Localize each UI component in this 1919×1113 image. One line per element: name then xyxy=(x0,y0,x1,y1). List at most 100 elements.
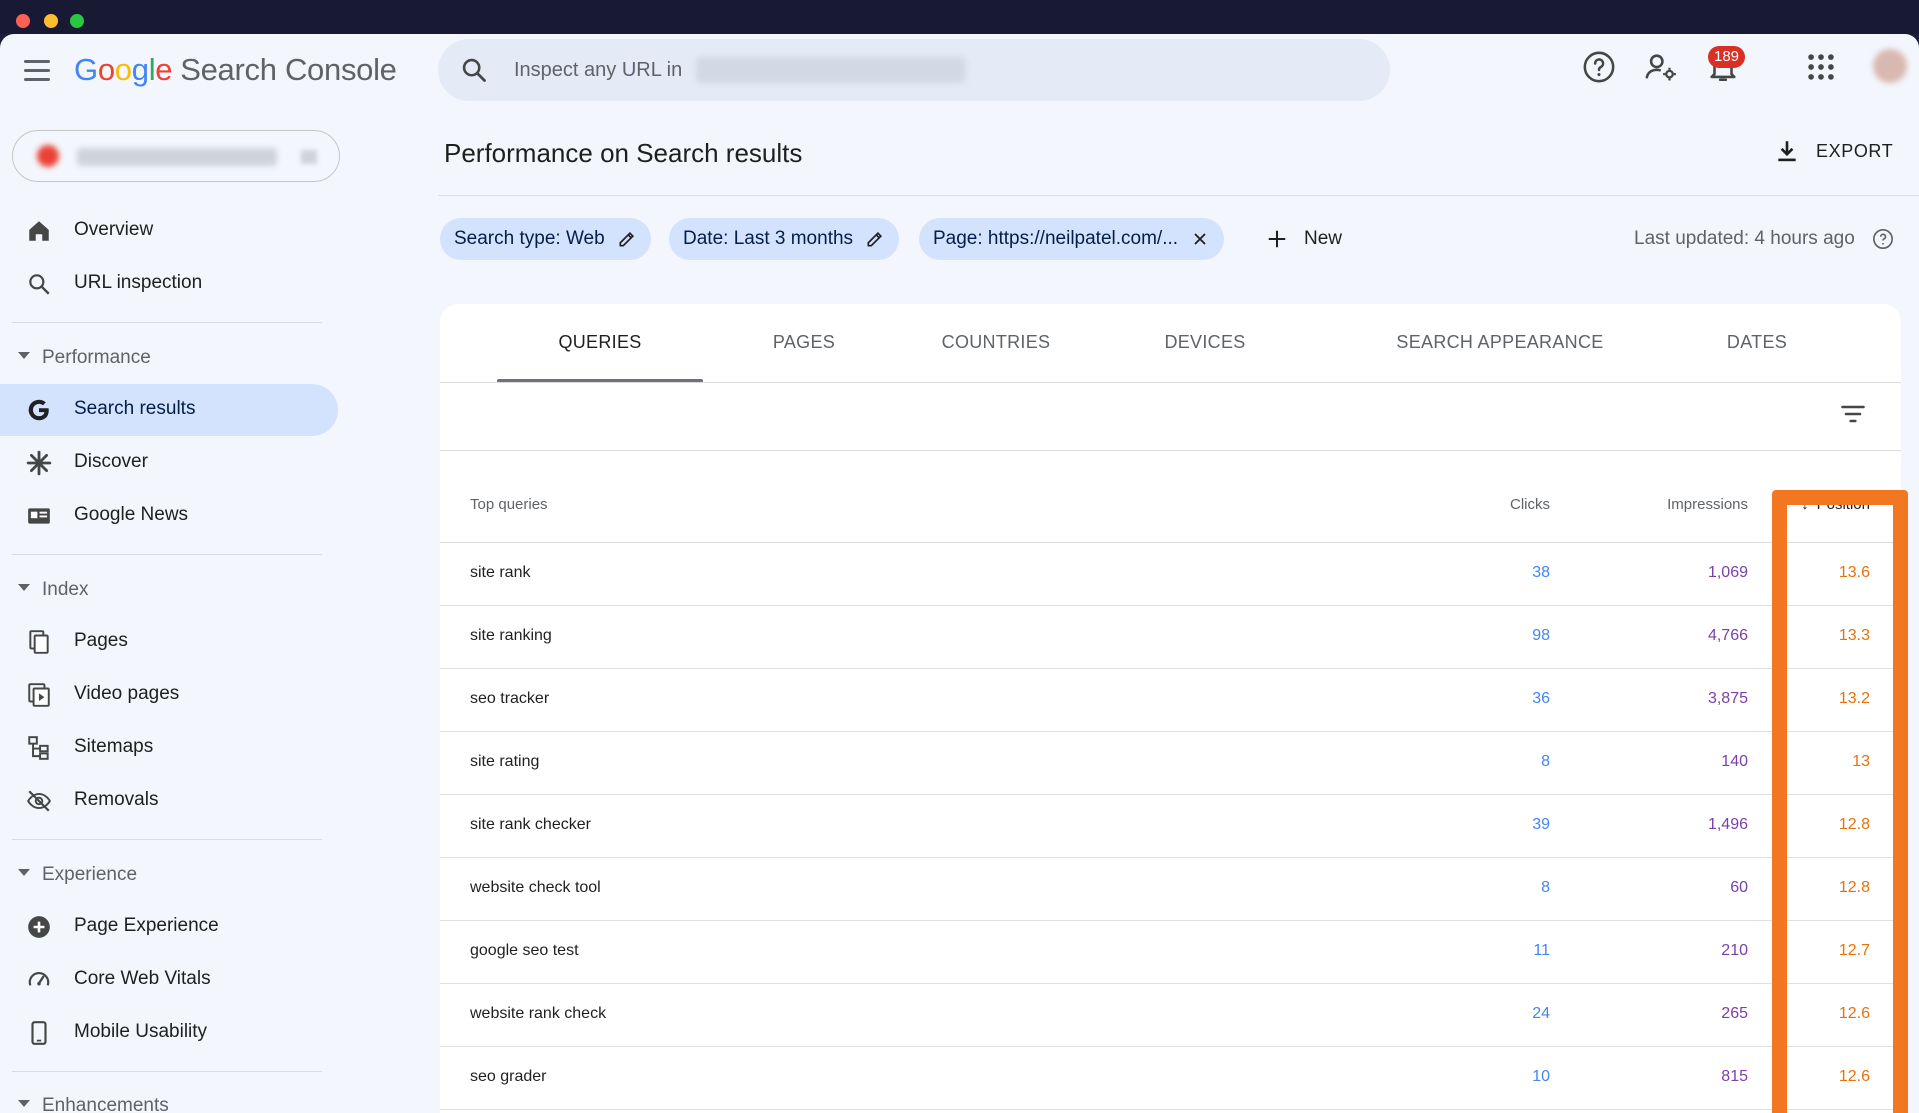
sidebar-item-overview[interactable]: Overview xyxy=(0,205,338,257)
sidebar-item-pages[interactable]: Pages xyxy=(0,616,338,668)
performance-table-card: QUERIES PAGES COUNTRIES DEVICES SEARCH A… xyxy=(440,304,1901,1113)
tab-countries[interactable]: COUNTRIES xyxy=(906,304,1086,382)
query-cell: seo grader xyxy=(470,1068,547,1085)
search-icon xyxy=(29,274,50,295)
sidebar-item-core-web-vitals[interactable]: Core Web Vitals xyxy=(0,954,338,1006)
clicks-cell: 36 xyxy=(1532,690,1550,707)
sidebar-section-enhancements[interactable]: Enhancements xyxy=(0,1086,338,1113)
query-cell: site rating xyxy=(470,753,540,770)
help-icon[interactable] xyxy=(1582,50,1616,84)
column-header-position[interactable]: ↓ Position xyxy=(1801,496,1870,513)
close-icon[interactable] xyxy=(1190,229,1210,249)
table-row[interactable]: website check tool 8 60 12.8 xyxy=(440,858,1901,921)
impressions-cell: 210 xyxy=(1721,942,1748,959)
tab-queries[interactable]: QUERIES xyxy=(497,304,703,382)
sidebar-item-search-results[interactable]: Search results xyxy=(0,384,338,436)
avatar[interactable] xyxy=(1873,49,1907,83)
window-maximize-button[interactable] xyxy=(70,14,84,28)
dropdown-icon xyxy=(301,150,317,164)
clicks-cell: 24 xyxy=(1532,1005,1550,1022)
filter-chip-search-type[interactable]: Search type: Web xyxy=(440,218,651,260)
sidebar-item-mobile-usability[interactable]: Mobile Usability xyxy=(0,1007,338,1059)
window-minimize-button[interactable] xyxy=(44,14,58,28)
position-cell: 12.7 xyxy=(1838,942,1870,959)
table-row[interactable]: website rank check 24 265 12.6 xyxy=(440,984,1901,1047)
filter-rows-icon[interactable] xyxy=(1839,400,1867,428)
sidebar-item-sitemaps[interactable]: Sitemaps xyxy=(0,722,338,774)
tab-search-appearance[interactable]: SEARCH APPEARANCE xyxy=(1365,304,1635,382)
query-cell: website rank check xyxy=(470,1005,607,1022)
sidebar-section-performance[interactable]: Performance xyxy=(0,338,338,378)
sidebar-item-page-experience[interactable]: Page Experience xyxy=(0,901,338,953)
redacted-property-url xyxy=(696,57,966,83)
query-cell: site rank checker xyxy=(470,816,591,833)
sidebar-item-url-inspection[interactable]: URL inspection xyxy=(0,258,338,310)
tab-devices[interactable]: DEVICES xyxy=(1125,304,1285,382)
video-pages-icon xyxy=(28,683,50,707)
search-icon xyxy=(462,58,486,82)
caret-down-icon xyxy=(18,352,30,359)
column-header-clicks[interactable]: Clicks xyxy=(1510,496,1550,513)
clicks-cell: 8 xyxy=(1541,879,1550,896)
impressions-cell: 3,875 xyxy=(1707,690,1748,707)
url-inspection-search[interactable]: Inspect any URL in xyxy=(438,39,1390,101)
sidebar-item-discover[interactable]: Discover xyxy=(0,437,338,489)
table-row[interactable]: seo tracker 36 3,875 13.2 xyxy=(440,669,1901,732)
search-console-logo[interactable]: Google Search Console xyxy=(74,52,397,88)
table-row[interactable]: site rank checker 39 1,496 12.8 xyxy=(440,795,1901,858)
tab-dates[interactable]: DATES xyxy=(1677,304,1837,382)
table-row[interactable]: site rank 38 1,069 13.6 xyxy=(440,543,1901,606)
impressions-cell: 4,766 xyxy=(1707,627,1748,644)
toolbar-divider xyxy=(440,450,1901,451)
sidebar-item-google-news[interactable]: Google News xyxy=(0,490,338,542)
position-cell: 12.8 xyxy=(1838,816,1870,833)
clicks-cell: 38 xyxy=(1532,564,1550,581)
sidebar-section-experience[interactable]: Experience xyxy=(0,855,338,895)
sidebar-item-video-pages[interactable]: Video pages xyxy=(0,669,338,721)
plus-circle-icon xyxy=(28,916,50,938)
property-selector[interactable] xyxy=(12,130,340,182)
column-header-impressions[interactable]: Impressions xyxy=(1667,496,1748,513)
impressions-cell: 1,069 xyxy=(1707,564,1748,581)
impressions-cell: 815 xyxy=(1721,1068,1748,1085)
filter-chip-page[interactable]: Page: https://neilpatel.com/... xyxy=(919,218,1225,260)
table-row[interactable]: google seo test 11 210 12.7 xyxy=(440,921,1901,984)
edit-icon[interactable] xyxy=(617,229,637,249)
table-row[interactable]: site rating 8 140 13 xyxy=(440,732,1901,795)
query-cell: google seo test xyxy=(470,942,579,959)
apps-grid-icon[interactable] xyxy=(1804,50,1838,84)
redacted-property-name xyxy=(77,148,277,166)
sort-arrow-down-icon: ↓ xyxy=(1801,496,1809,513)
header-divider xyxy=(438,195,1919,196)
sidebar-divider xyxy=(12,839,322,840)
menu-icon[interactable] xyxy=(24,60,50,82)
asterisk-icon xyxy=(26,450,52,476)
column-header-query[interactable]: Top queries xyxy=(470,496,548,513)
filter-chip-date[interactable]: Date: Last 3 months xyxy=(669,218,900,260)
position-cell: 12.8 xyxy=(1838,879,1870,896)
table-row[interactable]: seo grader 10 815 12.6 xyxy=(440,1047,1901,1110)
sidebar-divider xyxy=(12,1071,322,1072)
edit-icon[interactable] xyxy=(865,229,885,249)
impressions-cell: 60 xyxy=(1730,879,1748,896)
sidebar-section-index[interactable]: Index xyxy=(0,570,338,610)
sidebar-item-removals[interactable]: Removals xyxy=(0,775,338,827)
position-cell: 12.6 xyxy=(1838,1005,1870,1022)
clicks-cell: 8 xyxy=(1541,753,1550,770)
window-close-button[interactable] xyxy=(16,14,30,28)
property-favicon xyxy=(37,145,59,167)
app-name: Search Console xyxy=(180,52,397,87)
tab-pages[interactable]: PAGES xyxy=(724,304,884,382)
plus-icon xyxy=(1268,230,1286,248)
query-cell: website check tool xyxy=(470,879,601,896)
notification-badge: 189 xyxy=(1708,46,1746,68)
help-icon[interactable] xyxy=(1872,228,1894,250)
sidebar-divider xyxy=(12,322,322,323)
clicks-cell: 11 xyxy=(1533,942,1550,959)
manage-users-icon[interactable] xyxy=(1644,50,1678,84)
impressions-cell: 265 xyxy=(1721,1005,1748,1022)
sitemap-icon xyxy=(28,736,49,760)
clicks-cell: 39 xyxy=(1532,816,1550,833)
position-cell: 13.6 xyxy=(1838,564,1870,581)
table-row[interactable]: site ranking 98 4,766 13.3 xyxy=(440,606,1901,669)
